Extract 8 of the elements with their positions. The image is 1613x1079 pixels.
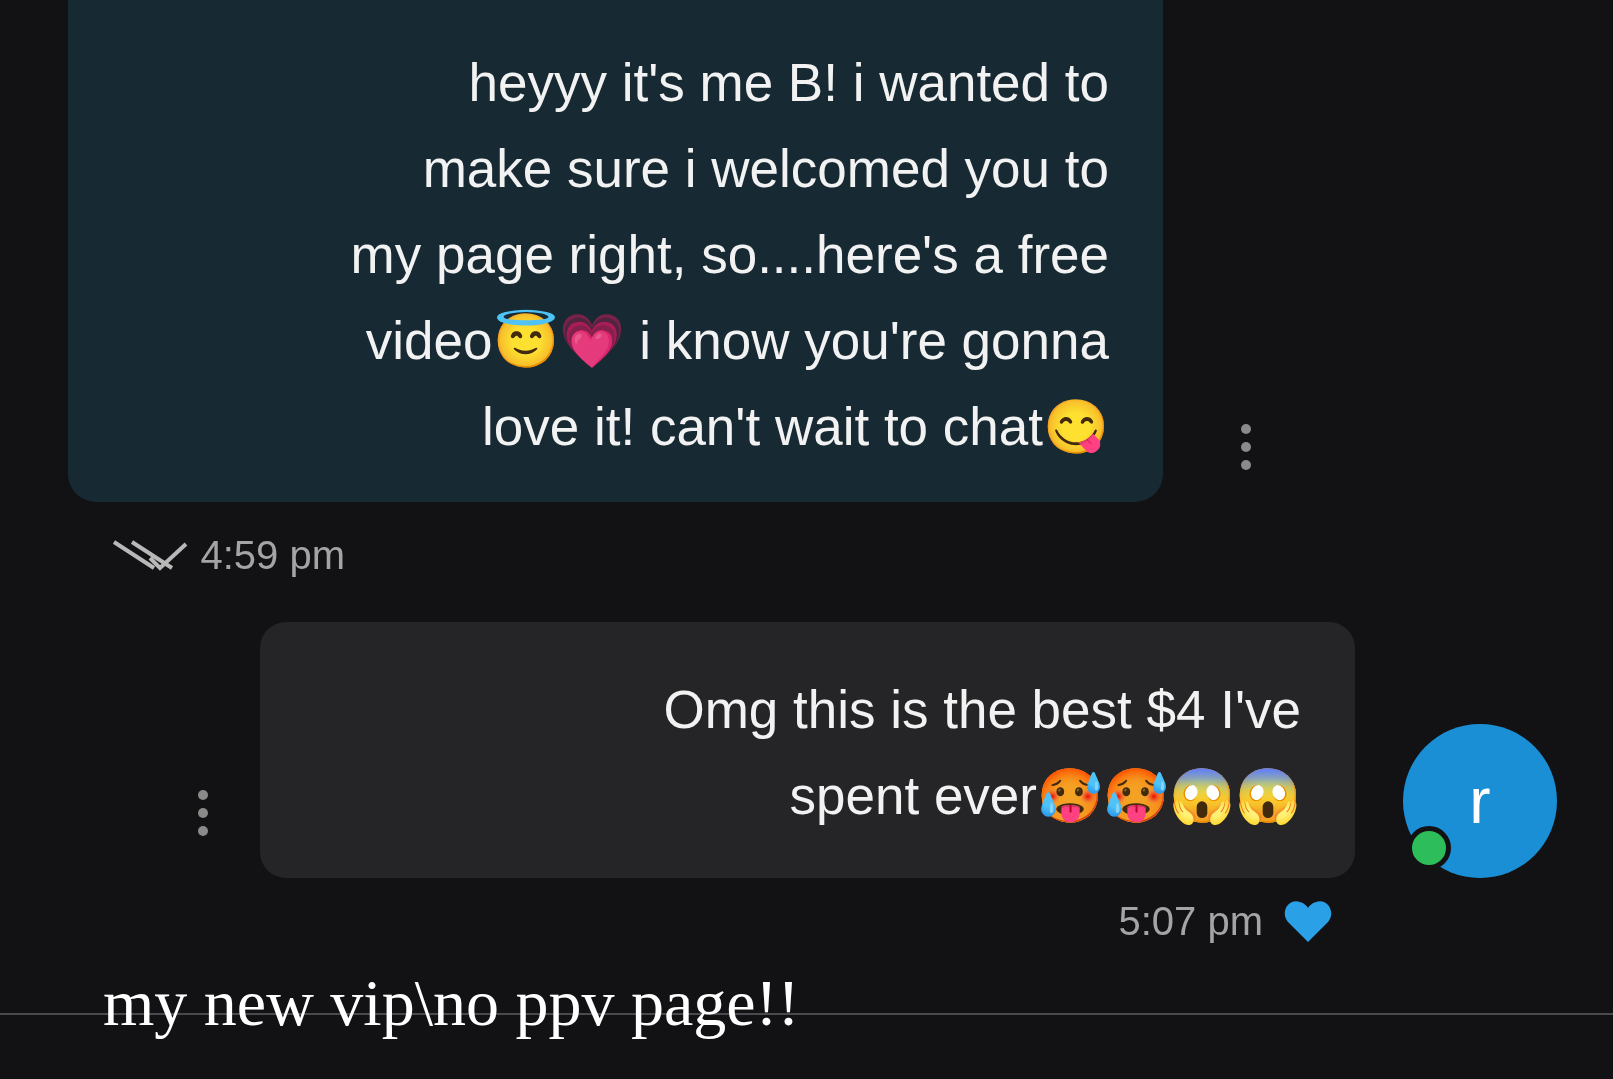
caption-text: my new vip\no ppv page!! [103, 965, 800, 1041]
more-options-icon[interactable] [1239, 422, 1253, 472]
message-text: Omg this is the best $4 I've spent ever🥵🥵😱😱 [662, 679, 1301, 827]
message-time: 5:07 pm [1118, 898, 1263, 944]
user-avatar[interactable]: r [1403, 724, 1557, 878]
message-time: 4:59 pm [200, 532, 345, 578]
more-options-icon[interactable] [196, 788, 210, 838]
message-text: heyyy it's me B! i wanted to make sure i welcomed you to my page right, so....here's a free video😇💗 i know you're gonna love it! can't wait to chat😋 [349, 52, 1109, 458]
